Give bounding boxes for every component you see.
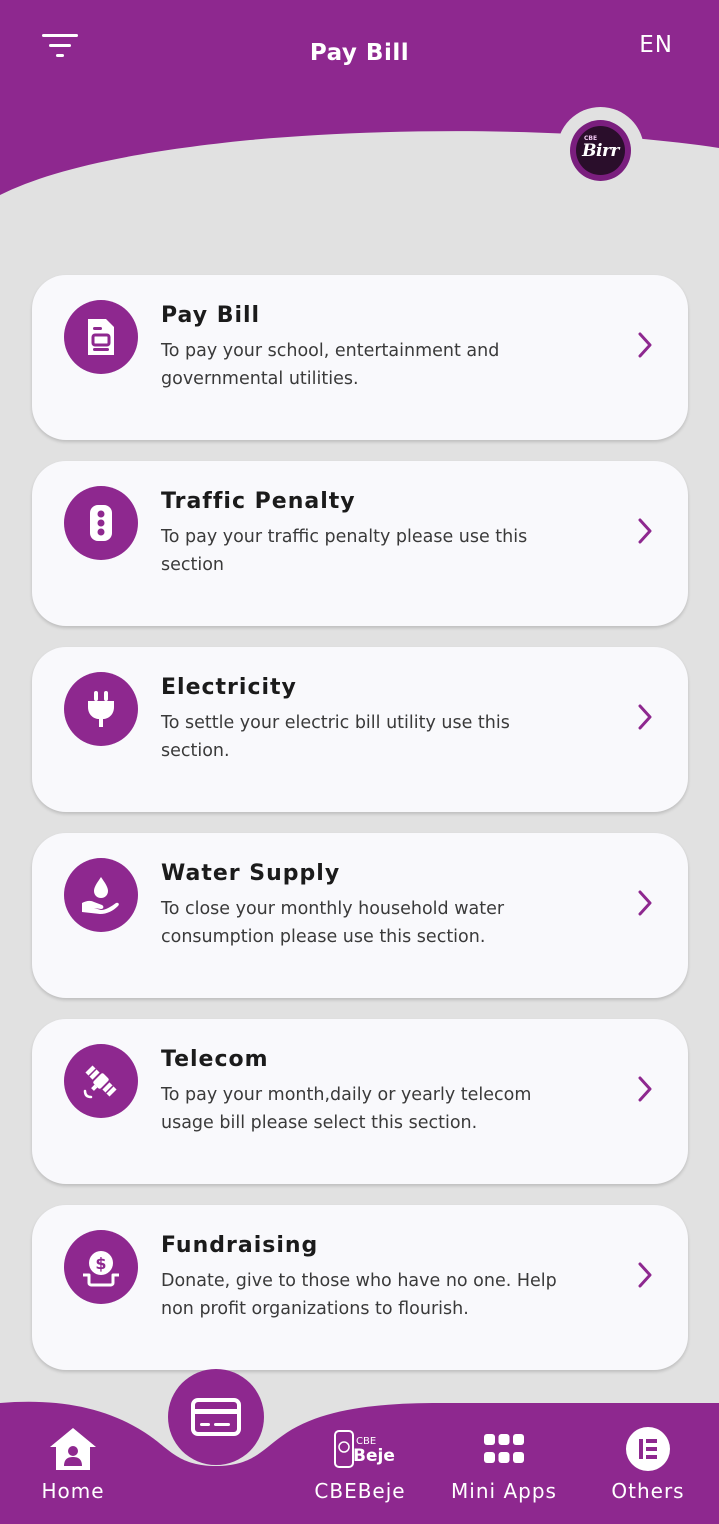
service-title: Pay Bill [161,303,261,328]
service-title: Traffic Penalty [161,489,356,514]
chevron-right-icon [638,1076,652,1102]
brand-badge[interactable]: CBE Birr [557,107,644,194]
chevron-right-icon [638,1262,652,1288]
nav-others[interactable]: Others [608,1425,688,1503]
water-drop-hand-icon [64,858,138,932]
chevron-right-icon [638,518,652,544]
service-card-water-supply[interactable]: Water Supply To close your monthly house… [32,833,688,998]
nav-mini-apps-label: Mini Apps [451,1479,557,1503]
home-icon [50,1428,96,1470]
satellite-icon [64,1044,138,1118]
nav-cbebeje-label: CBEBeje [314,1479,406,1503]
card-payment-fab[interactable] [168,1369,264,1465]
nav-cbebeje[interactable]: CBE Beje CBEBeje [314,1425,406,1503]
chevron-right-icon [638,704,652,730]
service-card-traffic-penalty[interactable]: Traffic Penalty To pay your traffic pena… [32,461,688,626]
service-card-telecom[interactable]: Telecom To pay your month,daily or yearl… [32,1019,688,1184]
nav-home-label: Home [41,1479,105,1503]
power-plug-icon [64,672,138,746]
service-card-electricity[interactable]: Electricity To settle your electric bill… [32,647,688,812]
language-selector[interactable]: EN [639,32,673,58]
chevron-right-icon [638,332,652,358]
donation-icon: $ [64,1230,138,1304]
service-description: To pay your traffic penalty please use t… [161,527,528,575]
cbe-birr-logo: CBE Birr [570,120,631,181]
card-icon [191,1398,241,1436]
cbebeje-logo-icon: CBE Beje [325,1425,395,1473]
nav-home[interactable]: Home [38,1425,108,1503]
service-card-pay-bill[interactable]: Pay Bill To pay your school, entertainme… [32,275,688,440]
service-card-fundraising[interactable]: $ Fundraising Donate, give to those who … [32,1205,688,1370]
svg-text:$: $ [95,1254,106,1273]
page-title: Pay Bill [309,40,410,66]
traffic-light-icon [64,486,138,560]
bill-document-icon [64,300,138,374]
grid-apps-icon [484,1434,524,1463]
chevron-right-icon [638,890,652,916]
service-title: Telecom [161,1047,269,1072]
service-title: Electricity [161,675,297,700]
nav-others-label: Others [611,1479,685,1503]
service-description: To pay your school, entertainment and go… [161,341,500,389]
others-icon [626,1427,670,1471]
service-description: To pay your month,daily or yearly teleco… [161,1085,532,1133]
service-title: Fundraising [161,1233,319,1258]
service-title: Water Supply [161,861,341,886]
service-description: To close your monthly household water co… [161,899,505,947]
service-description: Donate, give to those who have no one. H… [161,1271,557,1319]
service-description: To settle your electric bill utility use… [161,713,510,761]
svg-text:Beje: Beje [353,1446,395,1466]
nav-mini-apps[interactable]: Mini Apps [450,1425,558,1503]
